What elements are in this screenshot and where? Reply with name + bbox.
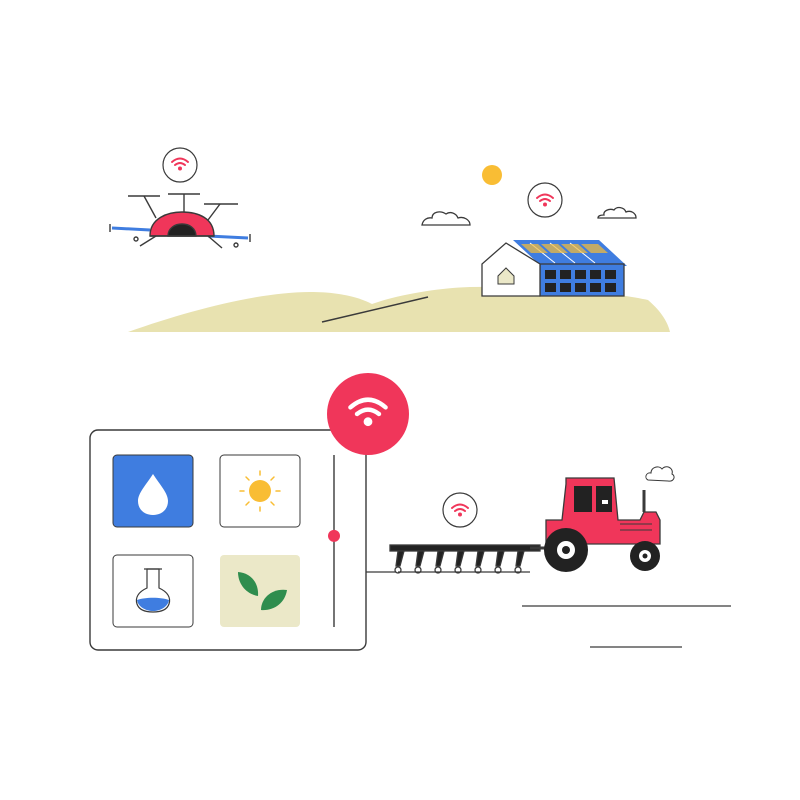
plow-icon xyxy=(389,544,548,574)
soil-chemistry-tile[interactable] xyxy=(112,554,194,628)
crop-health-tile[interactable] xyxy=(220,555,300,627)
sun xyxy=(482,165,502,185)
solar-barn-icon xyxy=(481,240,627,297)
smoke-puff xyxy=(645,466,675,482)
sensor-dashboard-panel xyxy=(89,429,367,651)
smart-farm-illustration xyxy=(89,147,731,651)
water-tile[interactable] xyxy=(112,454,194,528)
drone-icon xyxy=(109,193,251,249)
sunlight-tile[interactable] xyxy=(219,454,301,528)
tractor-icon xyxy=(544,466,675,572)
slider-knob[interactable] xyxy=(328,529,340,542)
wifi-badge-plow xyxy=(442,492,478,528)
cloud-left xyxy=(421,211,471,226)
wifi-badge-barn xyxy=(527,182,563,218)
wifi-badge-main xyxy=(327,373,409,455)
wifi-badge-drone xyxy=(162,147,198,183)
cloud-right xyxy=(597,206,637,219)
